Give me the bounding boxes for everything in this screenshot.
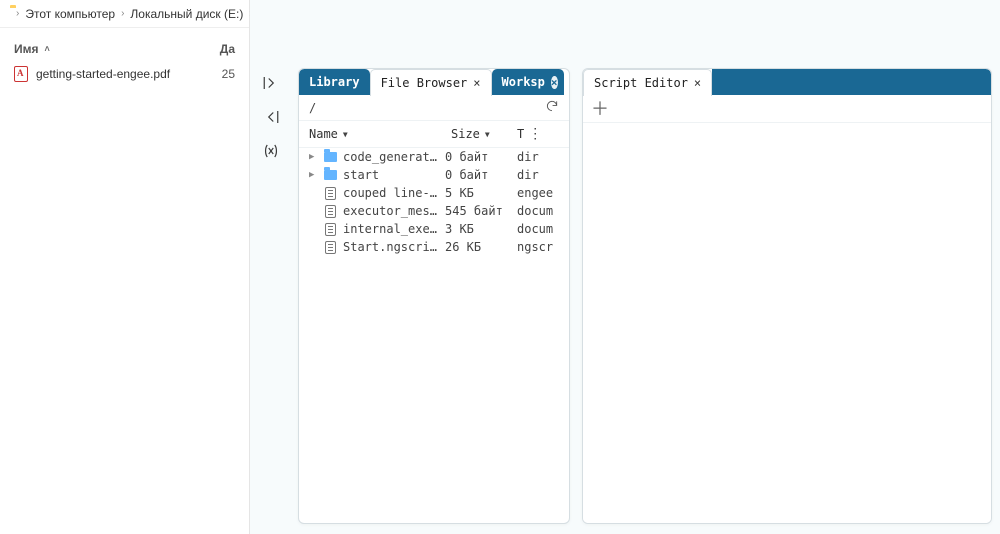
breadcrumb-segment[interactable]: Локальный диск (E:) (130, 7, 243, 21)
file-name: start (343, 168, 439, 182)
tab-library[interactable]: Library (299, 69, 370, 95)
import-icon[interactable] (260, 106, 282, 128)
column-header-type[interactable]: T ⋮ (517, 127, 559, 141)
tab-file-browser[interactable]: File Browser × (370, 69, 492, 96)
list-item[interactable]: Start.ngscript 26 КБ ngscr (299, 238, 569, 256)
chevron-down-icon: ▼ (485, 130, 490, 139)
tab-label: Script Editor (594, 76, 688, 90)
column-header-label: Имя (14, 42, 39, 56)
explorer-column-headers[interactable]: Имя ˄ Да (0, 28, 249, 62)
file-icon (323, 223, 337, 236)
app-area: Library File Browser × Worksp × / Name ▼ (250, 0, 1000, 534)
file-name: couped line-1.engee (343, 186, 439, 200)
tab-script-editor[interactable]: Script Editor × (583, 69, 712, 96)
tabs-background (712, 69, 991, 95)
expand-icon[interactable]: ▶ (309, 152, 317, 162)
chevron-right-icon: › (16, 8, 19, 19)
column-header-size[interactable]: Size ▼ (451, 127, 517, 141)
file-name: Start.ngscript (343, 240, 439, 254)
file-name: executor_messenger.l… (343, 204, 439, 218)
chevron-down-icon: ▼ (343, 130, 348, 139)
column-header-name[interactable]: Name ▼ (309, 127, 451, 141)
column-header-label: Name (309, 127, 338, 141)
breadcrumb-segment[interactable]: Этот компьютер (25, 7, 115, 21)
file-type: dir (517, 150, 559, 164)
tab-label: Worksp (502, 75, 545, 89)
kebab-menu-icon[interactable]: ⋮ (528, 127, 541, 141)
os-explorer: › Этот компьютер › Локальный диск (E:) ›… (0, 0, 250, 534)
file-type: ngscr (517, 240, 559, 254)
file-size: 0 байт (445, 168, 511, 182)
variables-icon[interactable] (260, 140, 282, 162)
refresh-icon[interactable] (545, 99, 559, 116)
column-header-date[interactable]: Да (207, 42, 235, 56)
tab-label: File Browser (381, 76, 468, 90)
left-tabs: Library File Browser × Worksp × (299, 69, 569, 95)
expand-icon[interactable]: ▶ (309, 170, 317, 180)
file-type: docum (517, 204, 559, 218)
right-tabs: Script Editor × (583, 69, 991, 95)
explorer-file-date: 25 (207, 67, 235, 81)
tab-label: Library (309, 75, 360, 89)
file-size: 3 КБ (445, 222, 511, 236)
list-item[interactable]: couped line-1.engee 5 КБ engee (299, 184, 569, 202)
breadcrumb[interactable]: › Этот компьютер › Локальный диск (E:) ›… (0, 0, 249, 28)
file-icon (323, 241, 337, 254)
file-size: 545 байт (445, 204, 511, 218)
close-icon[interactable]: × (694, 77, 701, 89)
file-type: dir (517, 168, 559, 182)
file-icon (323, 187, 337, 200)
file-icon (323, 205, 337, 218)
new-tab-button[interactable]: ＋ (591, 100, 609, 118)
list-item[interactable]: executor_messenger.l… 545 байт docum (299, 202, 569, 220)
file-browser-panel: Library File Browser × Worksp × / Name ▼ (298, 68, 570, 524)
list-item[interactable]: internal_executor.lo… 3 КБ docum (299, 220, 569, 238)
export-icon[interactable] (260, 72, 282, 94)
folder-icon (323, 170, 337, 180)
path-bar: / (299, 95, 569, 121)
file-name: code_generator_resul… (343, 150, 439, 164)
file-size: 0 байт (445, 150, 511, 164)
file-size: 26 КБ (445, 240, 511, 254)
current-path[interactable]: / (309, 101, 316, 115)
file-size: 5 КБ (445, 186, 511, 200)
tab-workspace[interactable]: Worksp × (492, 69, 564, 95)
file-type: docum (517, 222, 559, 236)
column-header-name[interactable]: Имя ˄ (14, 42, 207, 56)
file-list: ▶ code_generator_resul… 0 байт dir ▶ sta… (299, 148, 569, 523)
column-header-label: Size (451, 127, 480, 141)
column-header-label: T (517, 127, 524, 141)
folder-icon (323, 152, 337, 162)
script-editor-panel: Script Editor × ＋ (582, 68, 992, 524)
explorer-file-row[interactable]: getting-started-engee.pdf 25 (0, 62, 249, 86)
sort-asc-icon: ˄ (45, 44, 50, 54)
app-sidebar (260, 72, 282, 162)
close-icon[interactable]: × (473, 77, 480, 89)
pdf-icon (14, 66, 28, 82)
file-type: engee (517, 186, 559, 200)
editor-body[interactable] (583, 123, 991, 523)
explorer-file-name: getting-started-engee.pdf (36, 67, 199, 81)
list-item[interactable]: ▶ code_generator_resul… 0 байт dir (299, 148, 569, 166)
file-name: internal_executor.lo… (343, 222, 439, 236)
chevron-right-icon: › (121, 8, 124, 19)
close-icon[interactable]: × (551, 76, 558, 89)
file-browser-columns: Name ▼ Size ▼ T ⋮ (299, 121, 569, 148)
editor-toolbar: ＋ (583, 95, 991, 123)
list-item[interactable]: ▶ start 0 байт dir (299, 166, 569, 184)
